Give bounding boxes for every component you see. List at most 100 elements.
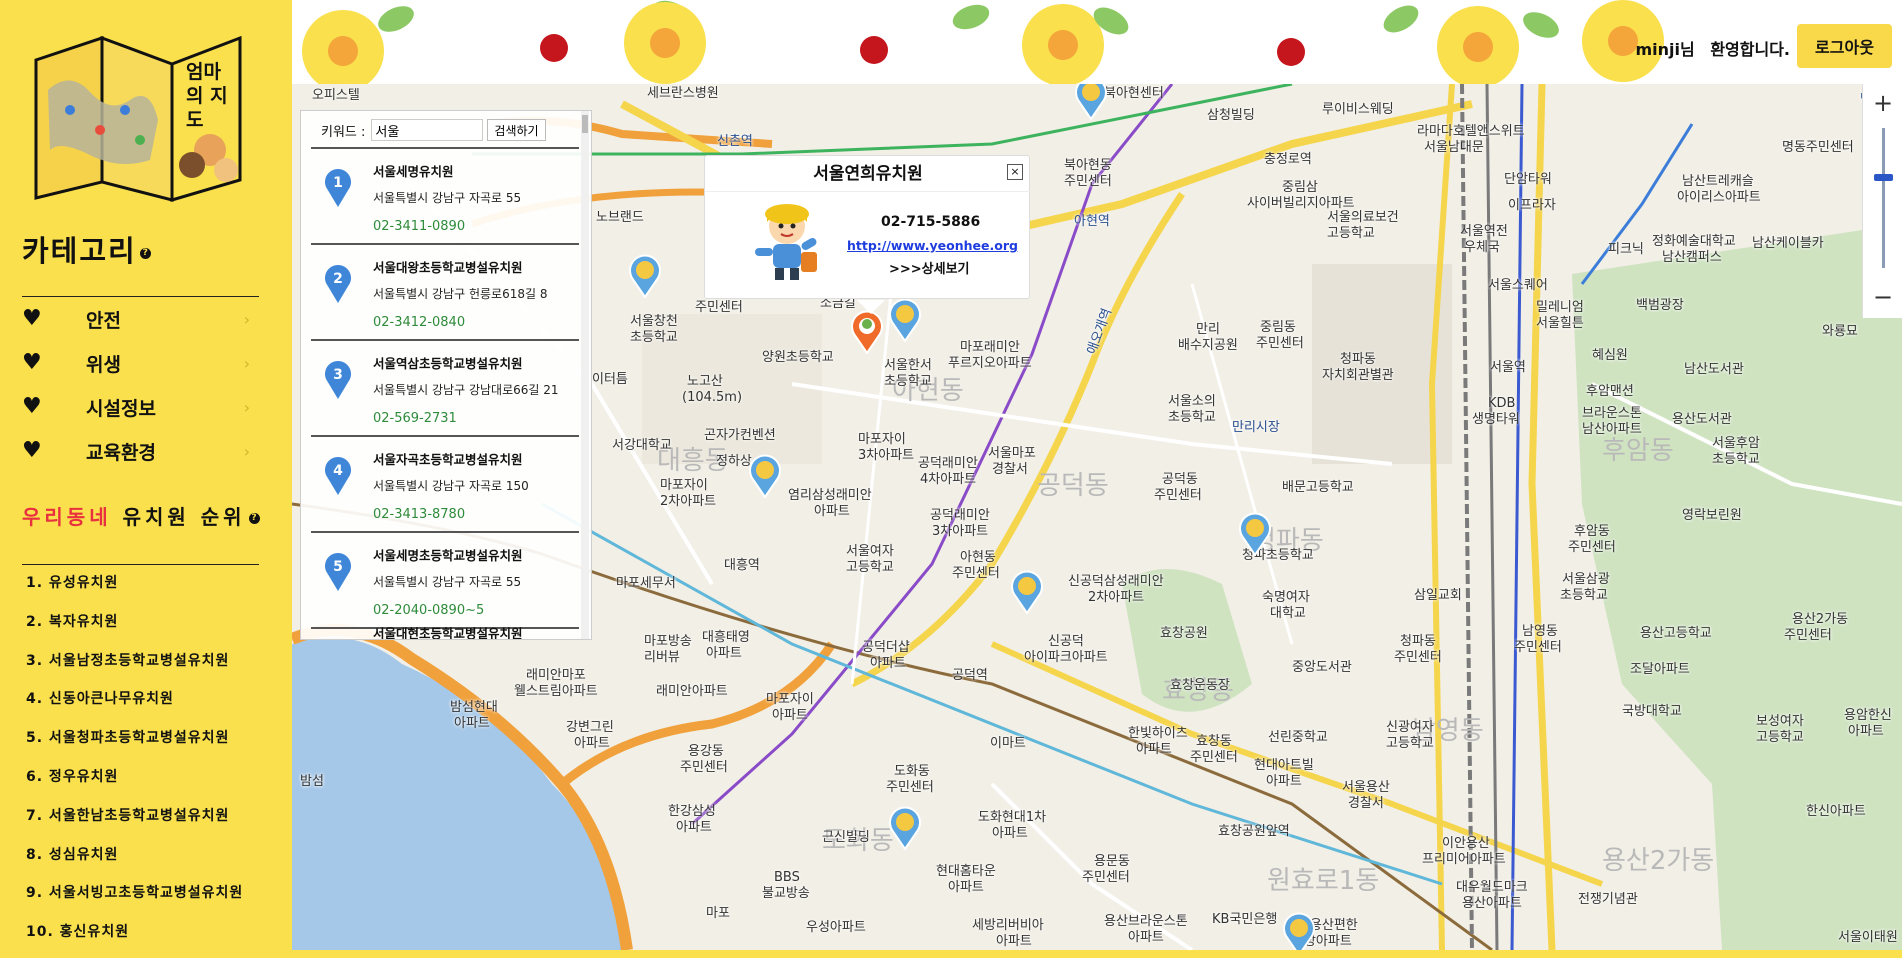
map-label: 밤섬현대 [450,700,498,715]
help-icon[interactable]: ? [139,247,151,259]
map-label: 남영동 [1522,624,1558,639]
kindergarten-marker[interactable] [748,454,782,498]
map-label: 현대아트빌 [1254,758,1314,773]
category-item-hygiene[interactable]: ♥ 위생 › [22,346,262,380]
scrollbar[interactable] [581,111,589,639]
map-label: 대흥태영 [702,630,750,645]
keyword-input[interactable] [371,119,484,141]
logout-button[interactable]: 로그아웃 [1797,24,1892,68]
ranking-item[interactable]: 2. 복자유치원 [26,611,243,650]
zoom-slider-handle[interactable] [1874,174,1893,181]
category-item-safety[interactable]: ♥ 안전 › [22,302,262,336]
kindergarten-marker[interactable] [1282,912,1316,950]
category-label: 위생 [86,353,121,376]
help-icon[interactable]: ? [248,513,260,524]
popup-phone: 02-715-5886 [881,214,981,230]
zoom-control: + − [1862,84,1902,318]
map-label: 아파트 [454,716,490,731]
result-name: 서울자곡초등학교병설유치원 [373,452,523,467]
search-button[interactable]: 검색하기 [487,119,546,141]
ranking-item[interactable]: 7. 서울한남초등학교병설유치원 [26,805,243,844]
map-label: 마포세무서 [616,576,676,591]
map-label: 서울역전 [1460,224,1508,239]
district-label: 공덕동 [1037,471,1109,501]
number-marker-icon: 2 [325,265,351,303]
ranking-item[interactable]: 9. 서울서빙고초등학교병설유치원 [26,882,243,921]
close-icon[interactable]: × [1007,164,1023,180]
welcome-text: 환영합니다. [1710,40,1790,59]
search-result-item[interactable]: 4 서울자곡초등학교병설유치원 서울특별시 강남구 자곡로 150 02-341… [311,437,579,533]
map-label: 삼청빌딩 [1207,108,1255,123]
logo-text: 엄마의 지도 [186,61,228,131]
sidebar: 엄마의 지도 카테고리? ♥ 안전 › ♥ 위생 › ♥ 시설정보 › ♥ 교육… [0,0,292,958]
kindergarten-marker[interactable] [888,806,922,850]
ranking-title: 우리동네 유치원 순위? [22,501,260,530]
app-logo[interactable]: 엄마의 지도 [30,30,250,205]
map-label: 중림삼 [1282,180,1318,195]
svg-text:3: 3 [333,367,343,383]
ranking-item[interactable]: 1. 유성유치원 [26,572,243,611]
category-label: 안전 [86,309,121,332]
result-name: 서울세명유치원 [373,164,454,179]
search-result-item[interactable]: 1 서울세명유치원 서울특별시 강남구 자곡로 55 02-3411-0890 [311,149,579,245]
map-label: 이안용산 [1442,836,1490,851]
result-name: 서울대왕초등학교병설유치원 [373,260,523,275]
search-result-item[interactable]: 2 서울대왕초등학교병설유치원 서울특별시 강남구 헌릉로618길 8 02-3… [311,245,579,341]
map-label: 와룡묘 [1822,324,1858,339]
map-label: 용문동 [1094,854,1130,869]
kindergarten-marker[interactable] [628,254,662,298]
popup-details-link[interactable]: >>>상세보기 [889,258,970,277]
category-item-facility[interactable]: ♥ 시설정보 › [22,390,262,424]
svg-text:5: 5 [333,559,343,575]
ranking-item[interactable]: 8. 성심유치원 [26,844,243,883]
map-label: 주민센터 [1568,540,1616,555]
map-label: 주민센터 [1082,870,1130,885]
search-result-item[interactable]: 3 서울역삼초등학교병설유치원 서울특별시 강남구 강남대로66길 21 02-… [311,341,579,437]
kindergarten-marker[interactable] [1074,84,1108,120]
result-name: 서울세명초등학교병설유치원 [373,548,523,563]
popup-title: 서울연희유치원 [705,156,1031,192]
ranking-item[interactable]: 5. 서울청파초등학교병설유치원 [26,727,243,766]
map-label: 프리미어아파트 [1422,852,1506,867]
ranking-item[interactable]: 4. 신동아큰나무유치원 [26,688,243,727]
map-label: 2차아파트 [1088,590,1145,605]
result-address: 서울특별시 강남구 강남대로66길 21 [373,383,559,397]
map-label: 주민센터 [952,566,1000,581]
ranking-item[interactable]: 3. 서울남정초등학교병설유치원 [26,650,243,689]
zoom-in-button[interactable]: + [1863,84,1902,124]
category-item-education[interactable]: ♥ 교육환경 › [22,434,262,468]
map-label: 이프라자 [1508,198,1556,213]
search-result-item[interactable]: 5 서울세명초등학교병설유치원 서울특별시 강남구 자곡로 55 02-2040… [311,533,579,629]
header: minji님 환영합니다. 로그아웃 [292,0,1902,84]
popup-website-link[interactable]: http://www.yeonhee.org [847,238,1018,253]
search-result-item[interactable]: 6 서울대현초등학교병설유치원 [311,626,579,639]
map-label: 선린중학교 [1268,730,1328,745]
map-label: 북아현동 [1064,158,1112,173]
kindergarten-marker[interactable] [1238,512,1272,556]
district-label: 후암동 [1602,436,1674,466]
heart-icon: ♥ [22,438,42,463]
map-label: 백범광장 [1636,298,1684,313]
map-label: 한빛하이츠 [1128,726,1188,741]
map-label: 신촌역 [717,134,753,149]
map-label: 주민센터 [1064,174,1112,189]
map-label: 중림동 [1260,320,1296,335]
kindergarten-marker[interactable] [888,298,922,342]
chevron-right-icon: › [243,397,250,417]
kindergarten-marker[interactable] [1010,570,1044,614]
map-label: 고등학교 [1756,730,1804,745]
ranking-item[interactable]: 6. 정우유치원 [26,766,243,805]
map-label: 노브랜드 [596,210,644,225]
map-label: 용암한신 [1844,708,1892,723]
map-label: 대우월드마크 [1456,880,1528,895]
scrollbar-thumb[interactable] [582,115,588,133]
selected-location-pin[interactable] [850,310,884,354]
zoom-slider-track[interactable] [1882,128,1885,268]
map-label: 고등학교 [846,560,894,575]
map-label: 주민센터 [695,300,743,315]
result-address: 서울특별시 강남구 자곡로 150 [373,479,529,493]
heart-icon: ♥ [22,306,42,331]
map-label: 아파트 [1136,742,1172,757]
zoom-out-button[interactable]: − [1863,278,1902,318]
map-label: 용산아파트 [1462,896,1522,911]
